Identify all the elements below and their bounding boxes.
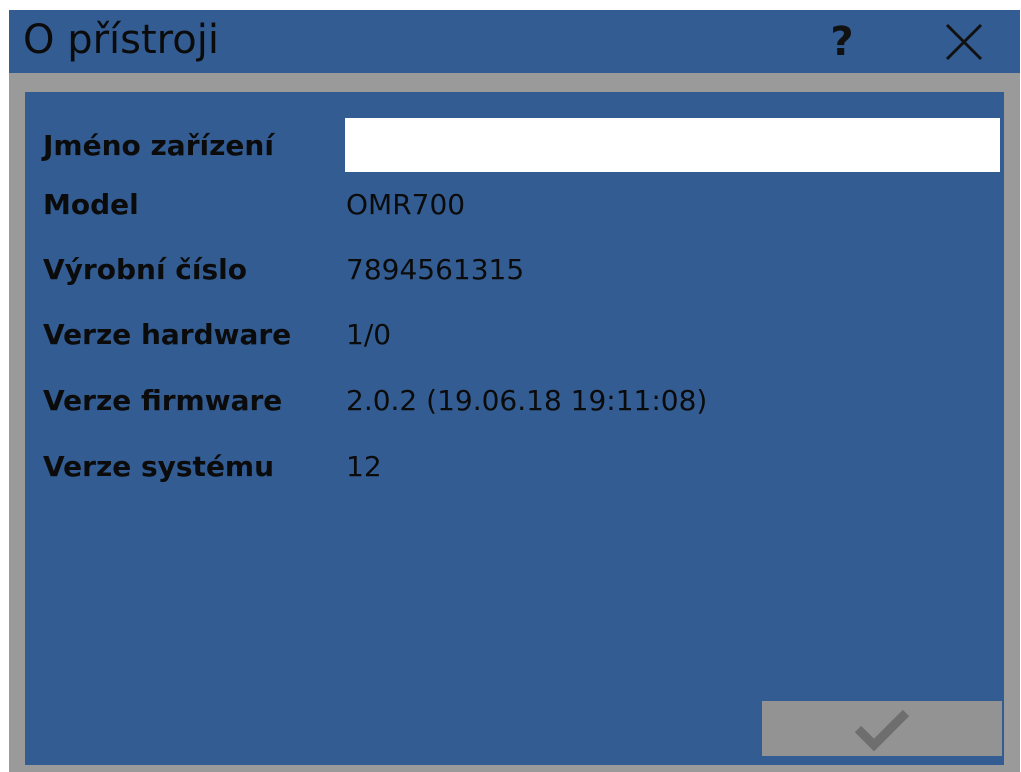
checkmark-icon (854, 709, 910, 751)
close-button[interactable] (939, 18, 989, 66)
dialog-title: O přístroji (23, 17, 219, 63)
firmware-row: Verze firmware 2.0.2 (19.06.18 19:11:08) (43, 380, 993, 420)
close-icon (945, 23, 983, 61)
firmware-value: 2.0.2 (19.06.18 19:11:08) (346, 383, 708, 417)
hardware-value: 1/0 (346, 317, 392, 351)
question-icon: ? (830, 19, 854, 65)
about-dialog: O přístroji ? Jméno zařízení Model OMR70… (9, 10, 1020, 772)
serial-label: Výrobní číslo (43, 252, 247, 286)
model-row: Model OMR700 (43, 184, 993, 224)
system-row: Verze systému 12 (43, 446, 993, 486)
system-value: 12 (346, 449, 382, 483)
help-button[interactable]: ? (817, 18, 867, 66)
hardware-row: Verze hardware 1/0 (43, 314, 993, 354)
device-name-input[interactable] (345, 118, 1000, 172)
model-value: OMR700 (346, 187, 466, 221)
title-bar: O přístroji ? (9, 10, 1020, 73)
serial-row: Výrobní číslo 7894561315 (43, 249, 993, 289)
serial-value: 7894561315 (346, 252, 525, 286)
device-name-label: Jméno zařízení (43, 128, 274, 162)
system-label: Verze systému (43, 449, 275, 483)
device-name-row: Jméno zařízení (43, 125, 274, 165)
firmware-label: Verze firmware (43, 383, 283, 417)
device-info-panel: Jméno zařízení Model OMR700 Výrobní čísl… (25, 92, 1004, 765)
model-label: Model (43, 187, 139, 221)
hardware-label: Verze hardware (43, 317, 292, 351)
confirm-button[interactable] (762, 701, 1002, 756)
